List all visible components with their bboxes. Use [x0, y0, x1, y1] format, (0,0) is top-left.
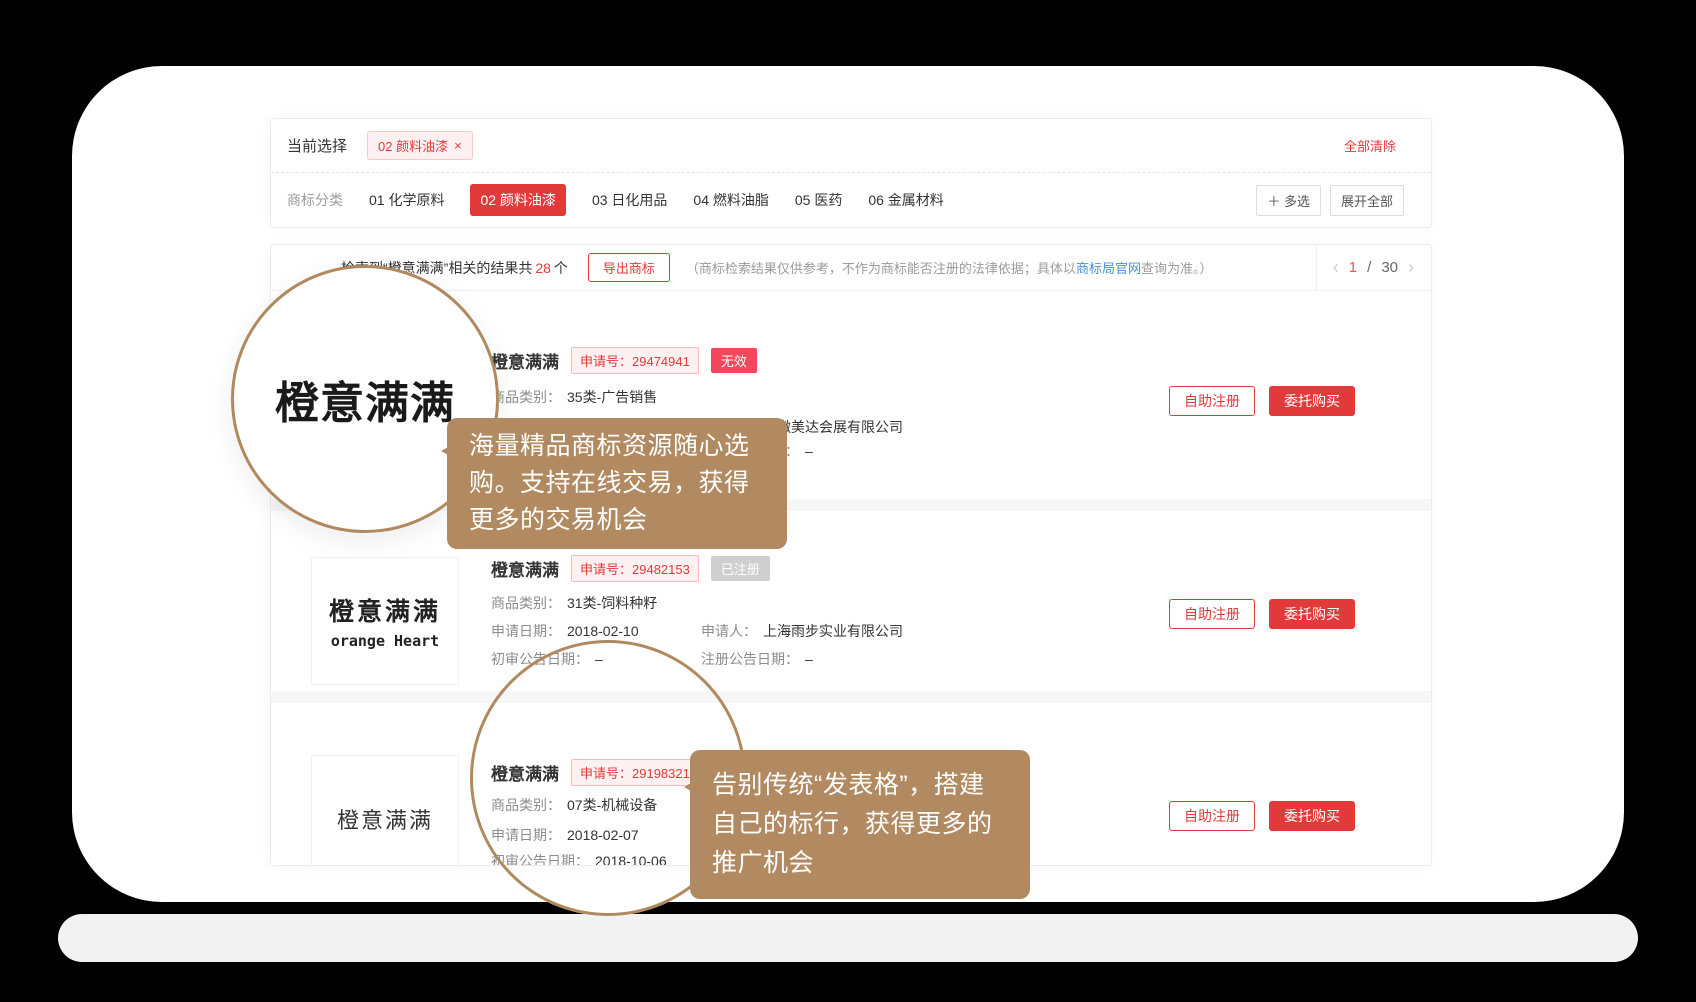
self-register-button[interactable]: 自助注册: [1169, 801, 1255, 831]
category-item-05[interactable]: 05 医药: [795, 190, 842, 210]
entrust-purchase-button[interactable]: 委托购买: [1269, 386, 1355, 416]
application-number-tag: 申请号：29482153: [571, 555, 699, 582]
app-no-value: 29482153: [632, 562, 690, 577]
filter-panel: 当前选择 02 颜料油漆 × 全部清除 商标分类 01 化学原料 02 颜料油漆…: [270, 118, 1432, 228]
row-2-title-line: 橙意满满 申请号：29482153 已注册: [491, 555, 770, 582]
tag-close-icon[interactable]: ×: [454, 138, 462, 153]
laptop-base: [58, 914, 1638, 962]
row-2-reg-publication: 注册公告日期：–: [701, 649, 813, 669]
application-number-tag: 申请号：29474941: [571, 347, 699, 374]
disclaimer-text-post: 查询为准。）: [1141, 261, 1213, 276]
current-selection-bar: 当前选择 02 颜料油漆 × 全部清除: [271, 119, 1431, 173]
category-bar-label: 商标分类: [287, 190, 343, 210]
entrust-purchase-button[interactable]: 委托购买: [1269, 599, 1355, 629]
field-value: 上海雨步实业有限公司: [763, 623, 903, 639]
page-total: 30: [1381, 259, 1398, 276]
trademark-thumbnail[interactable]: 橙意满满: [311, 755, 459, 866]
row-2-buttons: 自助注册 委托购买: [1169, 599, 1355, 629]
thumbnail-cn-text: 橙意满满: [329, 592, 441, 628]
entrust-purchase-button[interactable]: 委托购买: [1269, 801, 1355, 831]
self-register-button[interactable]: 自助注册: [1169, 386, 1255, 416]
expand-all-button[interactable]: 展开全部: [1330, 185, 1404, 216]
row-2-applicant: 申请人： 上海雨步实业有限公司: [701, 621, 903, 641]
trademark-thumbnail[interactable]: 橙意满满 orange Heart: [311, 557, 459, 685]
disclaimer-text-pre: （商标检索结果仅供参考，不作为商标能否注册的法律依据；具体以: [686, 261, 1076, 276]
pagination: ‹ 1 / 30 ›: [1316, 245, 1414, 290]
app-no-label: 申请号：: [580, 354, 632, 369]
export-trademarks-button[interactable]: 导出商标: [588, 253, 670, 282]
next-page-icon[interactable]: ›: [1408, 257, 1414, 278]
row-1-title-line: 橙意满满 申请号：29474941 无效: [491, 347, 757, 374]
category-item-04[interactable]: 04 燃料油脂: [693, 190, 768, 210]
trademark-name[interactable]: 橙意满满: [491, 556, 559, 581]
app-no-label: 申请号：: [580, 562, 632, 577]
app-no-value: 29474941: [632, 354, 690, 369]
magnifier-trademark-text: 橙意满满: [275, 367, 455, 431]
field-value: 2018-02-10: [567, 623, 639, 639]
result-row-2: 橙意满满 orange Heart 橙意满满 申请号：29482153 已注册 …: [271, 511, 1431, 691]
marketing-canvas: 当前选择 02 颜料油漆 × 全部清除 商标分类 01 化学原料 02 颜料油漆…: [0, 0, 1696, 1002]
row-1-buttons: 自助注册 委托购买: [1169, 386, 1355, 416]
category-item-03[interactable]: 03 日化用品: [592, 190, 667, 210]
row-2-category-line: 商品类别： 31类-饲料种籽: [491, 593, 657, 613]
tooltip-promotion: 告别传统“发表格”，搭建 自己的标行，获得更多的 推广机会: [690, 750, 1030, 899]
trademark-office-link[interactable]: 商标局官网: [1076, 261, 1141, 276]
results-count: 28: [535, 260, 551, 276]
thumbnail-en-text: orange Heart: [331, 632, 439, 650]
self-register-button[interactable]: 自助注册: [1169, 599, 1255, 629]
selected-filter-tag[interactable]: 02 颜料油漆 ×: [367, 131, 473, 160]
selected-filter-tag-text: 02 颜料油漆: [378, 136, 448, 155]
row-3-buttons: 自助注册 委托购买: [1169, 801, 1355, 831]
results-disclaimer: （商标检索结果仅供参考，不作为商标能否注册的法律依据；具体以商标局官网查询为准。…: [686, 258, 1213, 277]
status-badge-invalid: 无效: [711, 348, 757, 373]
field-value: 35类-广告销售: [567, 389, 657, 405]
clear-all-button[interactable]: 全部清除: [1344, 136, 1396, 155]
category-bar: 商标分类 01 化学原料 02 颜料油漆 03 日化用品 04 燃料油脂 05 …: [271, 173, 1431, 227]
field-value: –: [805, 651, 813, 667]
category-item-06[interactable]: 06 金属材料: [868, 190, 943, 210]
page-current: 1: [1349, 259, 1357, 276]
results-summary-suffix: 个: [554, 260, 568, 276]
field-value: –: [805, 443, 813, 459]
row-1-category-line: 商品类别： 35类-广告销售: [491, 387, 657, 407]
trademark-name[interactable]: 橙意满满: [491, 348, 559, 373]
multi-select-button[interactable]: ＋ 多选: [1256, 185, 1321, 216]
field-label: 注册公告日期：: [701, 651, 799, 667]
tooltip-marketplace: 海量精品商标资源随心选 购。支持在线交易，获得 更多的交易机会: [447, 418, 787, 549]
category-item-02-selected[interactable]: 02 颜料油漆: [470, 184, 565, 216]
field-value: 31类-饲料种籽: [567, 595, 657, 611]
field-label: 申请日期：: [491, 623, 561, 639]
prev-page-icon[interactable]: ‹: [1333, 257, 1339, 278]
results-header: 检索到“橙意满满”相关的结果共28个 导出商标 （商标检索结果仅供参考，不作为商…: [271, 245, 1431, 291]
current-selection-label: 当前选择: [287, 135, 347, 156]
page-separator: /: [1367, 259, 1371, 276]
status-badge-registered: 已注册: [711, 556, 770, 581]
category-item-01[interactable]: 01 化学原料: [369, 190, 444, 210]
thumbnail-cn-text: 橙意满满: [337, 803, 433, 835]
field-label: 商品类别：: [491, 389, 561, 405]
field-label: 申请人：: [701, 623, 757, 639]
field-label: 商品类别：: [491, 595, 561, 611]
row-2-date-line: 申请日期：2018-02-10 申请人：上海雨步实业有限公司: [491, 621, 639, 641]
